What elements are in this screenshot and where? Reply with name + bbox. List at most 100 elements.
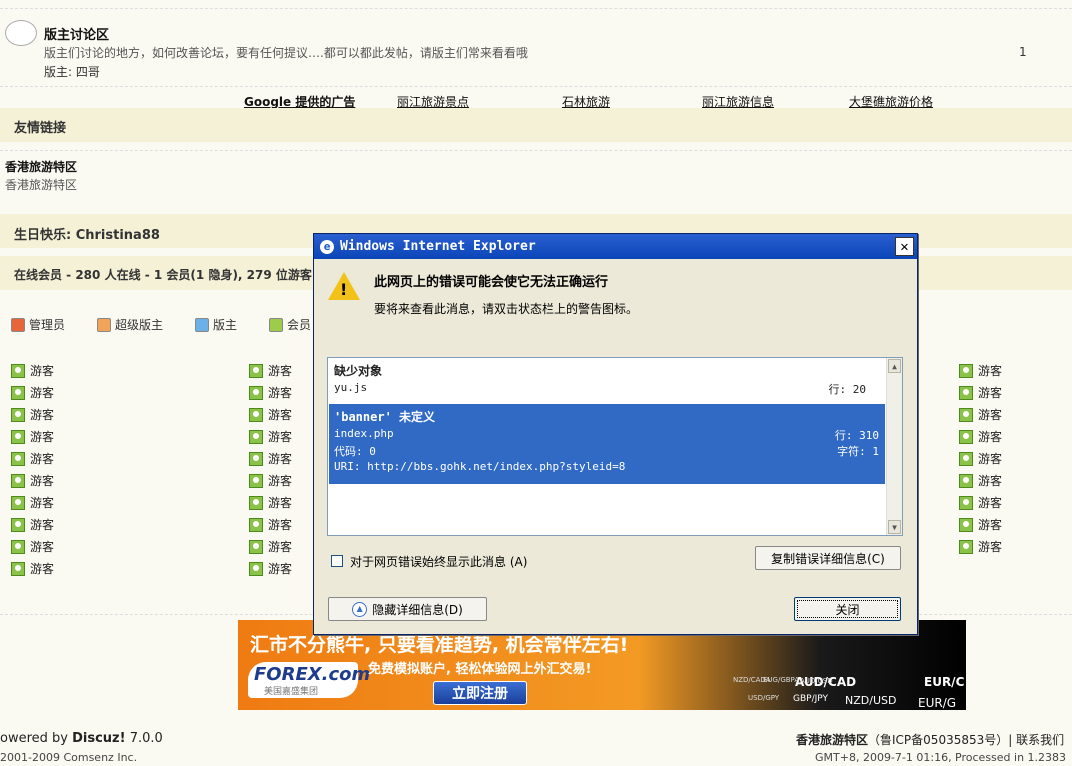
guest-icon [11, 429, 25, 444]
dialog-titlebar[interactable]: e Windows Internet Explorer ✕ [314, 234, 917, 259]
scroll-up-icon[interactable]: ▲ [888, 359, 901, 373]
guest-item[interactable]: 游客 [11, 450, 54, 467]
powered-by: owered by Discuz! 7.0.0 [0, 731, 163, 746]
guest-label: 游客 [978, 364, 1003, 378]
guest-icon [249, 363, 263, 378]
err2-code: 代码: 0 [334, 445, 376, 458]
dialog-heading: 此网页上的错误可能会使它无法正确运行 [374, 275, 609, 290]
guest-item[interactable]: 游客 [249, 560, 292, 577]
footer-contact[interactable]: | 联系我们 [1008, 733, 1064, 747]
guest-item[interactable]: 游客 [959, 362, 1002, 379]
guest-icon [11, 363, 25, 378]
guest-item[interactable]: 游客 [249, 450, 292, 467]
guest-item[interactable]: 游客 [959, 450, 1002, 467]
guest-item[interactable]: 游客 [959, 516, 1002, 533]
guest-label: 游客 [268, 474, 293, 488]
guest-item[interactable]: 游客 [249, 516, 292, 533]
guest-icon [249, 451, 263, 466]
guest-item[interactable]: 游客 [959, 494, 1002, 511]
guest-item[interactable]: 游客 [11, 428, 54, 445]
guest-icon [249, 473, 263, 488]
guest-label: 游客 [978, 540, 1003, 554]
guest-item[interactable]: 游客 [249, 494, 292, 511]
guest-item[interactable]: 游客 [249, 428, 292, 445]
guest-item[interactable]: 游客 [11, 538, 54, 555]
guest-item[interactable]: 游客 [11, 494, 54, 511]
guest-label: 游客 [268, 386, 293, 400]
guest-icon [959, 407, 973, 422]
guest-item[interactable]: 游客 [249, 362, 292, 379]
guest-item[interactable]: 游客 [959, 406, 1002, 423]
legend-member: 会员 [269, 316, 311, 333]
guest-item[interactable]: 游客 [249, 406, 292, 423]
always-show-checkbox[interactable] [331, 555, 343, 567]
close-button[interactable]: 关闭 [794, 597, 901, 621]
details-scrollbar[interactable]: ▲ ▼ [886, 358, 902, 535]
member-icon [269, 317, 283, 332]
friend-site-name[interactable]: 香港旅游特区 [5, 158, 77, 175]
scroll-down-icon[interactable]: ▼ [888, 520, 901, 534]
err1-file: yu.js [334, 381, 368, 394]
guest-item[interactable]: 游客 [959, 428, 1002, 445]
guest-label: 游客 [268, 540, 293, 554]
guest-item[interactable]: 游客 [11, 384, 54, 401]
forum-divider [0, 86, 1072, 87]
guest-label: 游客 [30, 540, 55, 554]
close-icon[interactable]: ✕ [895, 237, 914, 256]
guest-item[interactable]: 游客 [249, 538, 292, 555]
guest-label: 游客 [978, 518, 1003, 532]
forum-bubble-icon [5, 20, 37, 46]
friends-title: 友情链接 [14, 121, 67, 136]
discuz-link[interactable]: Discuz! [72, 731, 125, 746]
guest-label: 游客 [268, 452, 293, 466]
guest-item[interactable]: 游客 [11, 406, 54, 423]
guest-item[interactable]: 游客 [959, 384, 1002, 401]
guest-label: 游客 [30, 452, 55, 466]
err1-title: 缺少对象 [334, 364, 383, 378]
err2-char: 字符: 1 [837, 445, 879, 458]
err2-uri: URI: http://bbs.gohk.net/index.php?style… [334, 460, 626, 473]
err1-line: 行: 20 [828, 383, 867, 396]
guest-item[interactable]: 游客 [11, 472, 54, 489]
guest-item[interactable]: 游客 [959, 472, 1002, 489]
moderator-icon [195, 317, 209, 332]
guest-item[interactable]: 游客 [249, 472, 292, 489]
guest-item[interactable]: 游客 [11, 516, 54, 533]
guest-icon [249, 561, 263, 576]
error-details-box[interactable]: 缺少对象 yu.js 行: 20 'banner' 未定义 index.php … [327, 357, 903, 536]
guest-icon [11, 473, 25, 488]
register-button[interactable]: 立即注册 [433, 681, 527, 705]
ticker-audusd: AUD/USD [800, 677, 833, 685]
forex-logo-sub: 美国嘉盛集团 [264, 687, 319, 697]
guest-icon [249, 407, 263, 422]
hide-details-label: 隐藏详细信息(D) [372, 602, 463, 617]
ticker-eurc: EUR/C [924, 675, 965, 689]
guest-label: 游客 [978, 452, 1003, 466]
footer-icp[interactable]: （鲁ICP备05035853号） [868, 733, 1008, 747]
collapse-icon: ▲ [352, 601, 368, 617]
guest-item[interactable]: 游客 [11, 362, 54, 379]
footer-site-name[interactable]: 香港旅游特区 [796, 733, 868, 747]
copy-details-button[interactable]: 复制错误详细信息(C) [755, 546, 901, 570]
guest-icon [959, 473, 973, 488]
admin-icon [11, 317, 25, 332]
err2-selected[interactable]: 'banner' 未定义 index.php 行: 310 代码: 0 字符: … [329, 404, 885, 484]
guest-icon [959, 385, 973, 400]
guest-label: 游客 [30, 386, 55, 400]
guest-icon [959, 517, 973, 532]
guest-icon [249, 517, 263, 532]
footer-time: GMT+8, 2009-7-1 01:16, Processed in 1.23… [815, 751, 1067, 764]
forum-name[interactable]: 版主讨论区 [44, 24, 109, 43]
online-label[interactable]: 在线会员 - 280 人在线 - 1 会员(1 隐身), 279 位游客 [14, 266, 312, 283]
guest-label: 游客 [978, 386, 1003, 400]
guest-item[interactable]: 游客 [249, 384, 292, 401]
ie-error-dialog: e Windows Internet Explorer ✕ ! 此网页上的错误可… [313, 233, 918, 635]
guest-item[interactable]: 游客 [11, 560, 54, 577]
always-show-label[interactable]: 对于网页错误始终显示此消息 (A) [350, 553, 527, 570]
guest-icon [11, 385, 25, 400]
ie-icon: e [320, 239, 334, 254]
guest-label: 游客 [30, 496, 55, 510]
forum-moderator[interactable]: 版主: 四哥 [44, 63, 100, 80]
guest-item[interactable]: 游客 [959, 538, 1002, 555]
hide-details-button[interactable]: ▲ 隐藏详细信息(D) [328, 597, 487, 621]
